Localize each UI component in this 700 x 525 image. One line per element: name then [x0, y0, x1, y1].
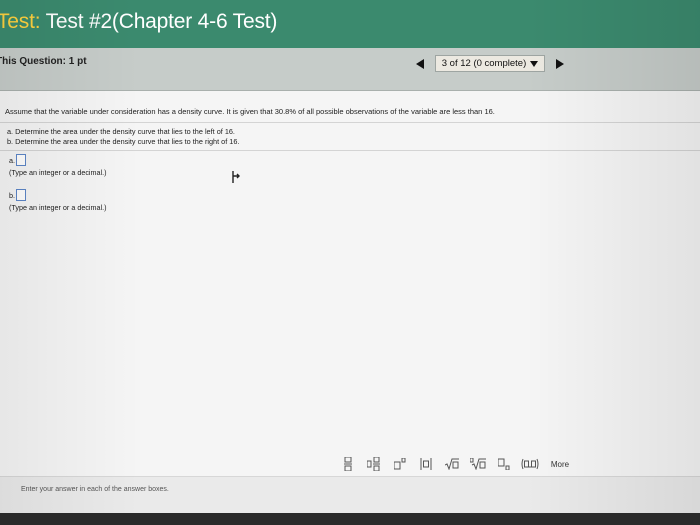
sqrt-icon[interactable]	[439, 453, 465, 475]
ordered-pair-icon[interactable]	[517, 453, 543, 475]
caret-down-icon	[530, 60, 539, 67]
question-progress: 3 of 12 (0 complete)	[441, 58, 527, 69]
footer-hint: Enter your answer in each of the answer …	[21, 486, 169, 493]
absolute-value-icon[interactable]	[413, 453, 439, 475]
page-title: Test: Test #2(Chapter 4-6 Test)	[0, 10, 277, 34]
question-parts: a. Determine the area under the density …	[7, 127, 239, 147]
mixed-number-icon[interactable]	[361, 453, 387, 475]
question-points: This Question: 1 pt	[0, 56, 87, 67]
answer-b: b. (Type an integer or a decimal.)	[9, 189, 106, 212]
answer-a-label: a.	[9, 155, 15, 165]
previous-question-button[interactable]	[413, 55, 427, 72]
answer-a-input[interactable]	[16, 154, 26, 166]
title-label: Test:	[0, 10, 41, 33]
title-name: Test #2(Chapter 4-6 Test)	[45, 10, 278, 33]
part-b-text: b. Determine the area under the density …	[7, 137, 240, 146]
answer-a-hint: (Type an integer or a decimal.)	[9, 168, 107, 177]
question-header: This Question: 1 pt 3 of 12 (0 complete)	[0, 48, 700, 91]
next-question-button[interactable]	[553, 55, 567, 72]
answer-b-label: b.	[9, 190, 15, 200]
subscript-icon[interactable]	[491, 453, 517, 475]
mouse-cursor-icon	[230, 171, 240, 186]
title-bar: Test: Test #2(Chapter 4-6 Test)	[0, 0, 700, 48]
divider	[0, 150, 700, 151]
nth-root-icon[interactable]	[465, 453, 491, 475]
question-navigator: 3 of 12 (0 complete)	[413, 54, 567, 73]
answer-b-hint: (Type an integer or a decimal.)	[9, 203, 107, 212]
answer-b-row: b.	[9, 189, 106, 201]
more-tools-button[interactable]: More	[543, 453, 577, 475]
answer-a: a. (Type an integer or a decimal.)	[9, 154, 106, 177]
screen: Test: Test #2(Chapter 4-6 Test) This Que…	[0, 0, 700, 525]
question-selector-dropdown[interactable]: 3 of 12 (0 complete)	[435, 55, 545, 72]
divider	[0, 122, 700, 123]
math-toolbar: More	[335, 453, 577, 475]
question-text: Assume that the variable under considera…	[5, 107, 495, 116]
triangle-right-icon	[556, 58, 564, 69]
question-content: Assume that the variable under considera…	[0, 91, 700, 525]
part-a-text: a. Determine the area under the density …	[7, 127, 235, 136]
triangle-left-icon	[416, 58, 424, 69]
monitor-bezel	[0, 513, 700, 525]
answer-a-row: a.	[9, 154, 106, 166]
answer-b-input[interactable]	[16, 189, 26, 201]
exponent-icon[interactable]	[387, 453, 413, 475]
fraction-icon[interactable]	[335, 453, 361, 475]
